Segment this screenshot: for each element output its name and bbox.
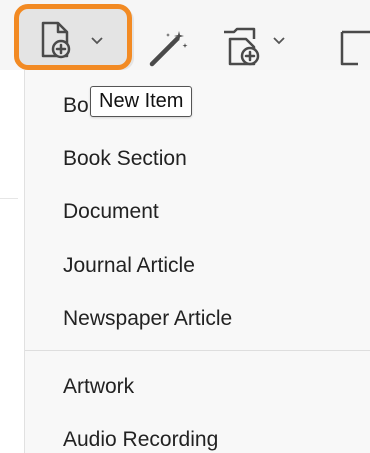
new-item-dropdown-menu: Bo Book Section Document Journal Article… — [24, 70, 370, 453]
divider — [0, 198, 18, 199]
chevron-down-icon — [90, 36, 104, 46]
note-icon — [338, 28, 370, 68]
menu-separator — [25, 350, 370, 351]
new-item-document-plus-icon — [36, 20, 76, 60]
menu-item-document[interactable]: Document — [63, 200, 159, 224]
new-item-tooltip: New Item — [90, 86, 193, 117]
menu-item-artwork[interactable]: Artwork — [63, 375, 134, 399]
menu-item-newspaper-article[interactable]: Newspaper Article — [63, 307, 232, 331]
magic-wand-button[interactable] — [146, 22, 190, 74]
chevron-down-icon — [272, 36, 286, 46]
magic-wand-icon — [146, 28, 190, 68]
add-attachment-icon — [218, 25, 266, 67]
menu-item-audio-recording[interactable]: Audio Recording — [63, 428, 218, 452]
menu-item-book[interactable]: Bo — [63, 94, 89, 118]
left-pane-edge — [0, 70, 24, 453]
note-button[interactable] — [338, 22, 370, 74]
menu-item-journal-article[interactable]: Journal Article — [63, 254, 195, 278]
add-attachment-button[interactable] — [218, 20, 285, 72]
toolbar — [0, 0, 370, 70]
new-item-button[interactable] — [18, 8, 134, 70]
menu-item-book-section[interactable]: Book Section — [63, 147, 187, 171]
screenshot-root: Bo Book Section Document Journal Article… — [0, 0, 370, 453]
